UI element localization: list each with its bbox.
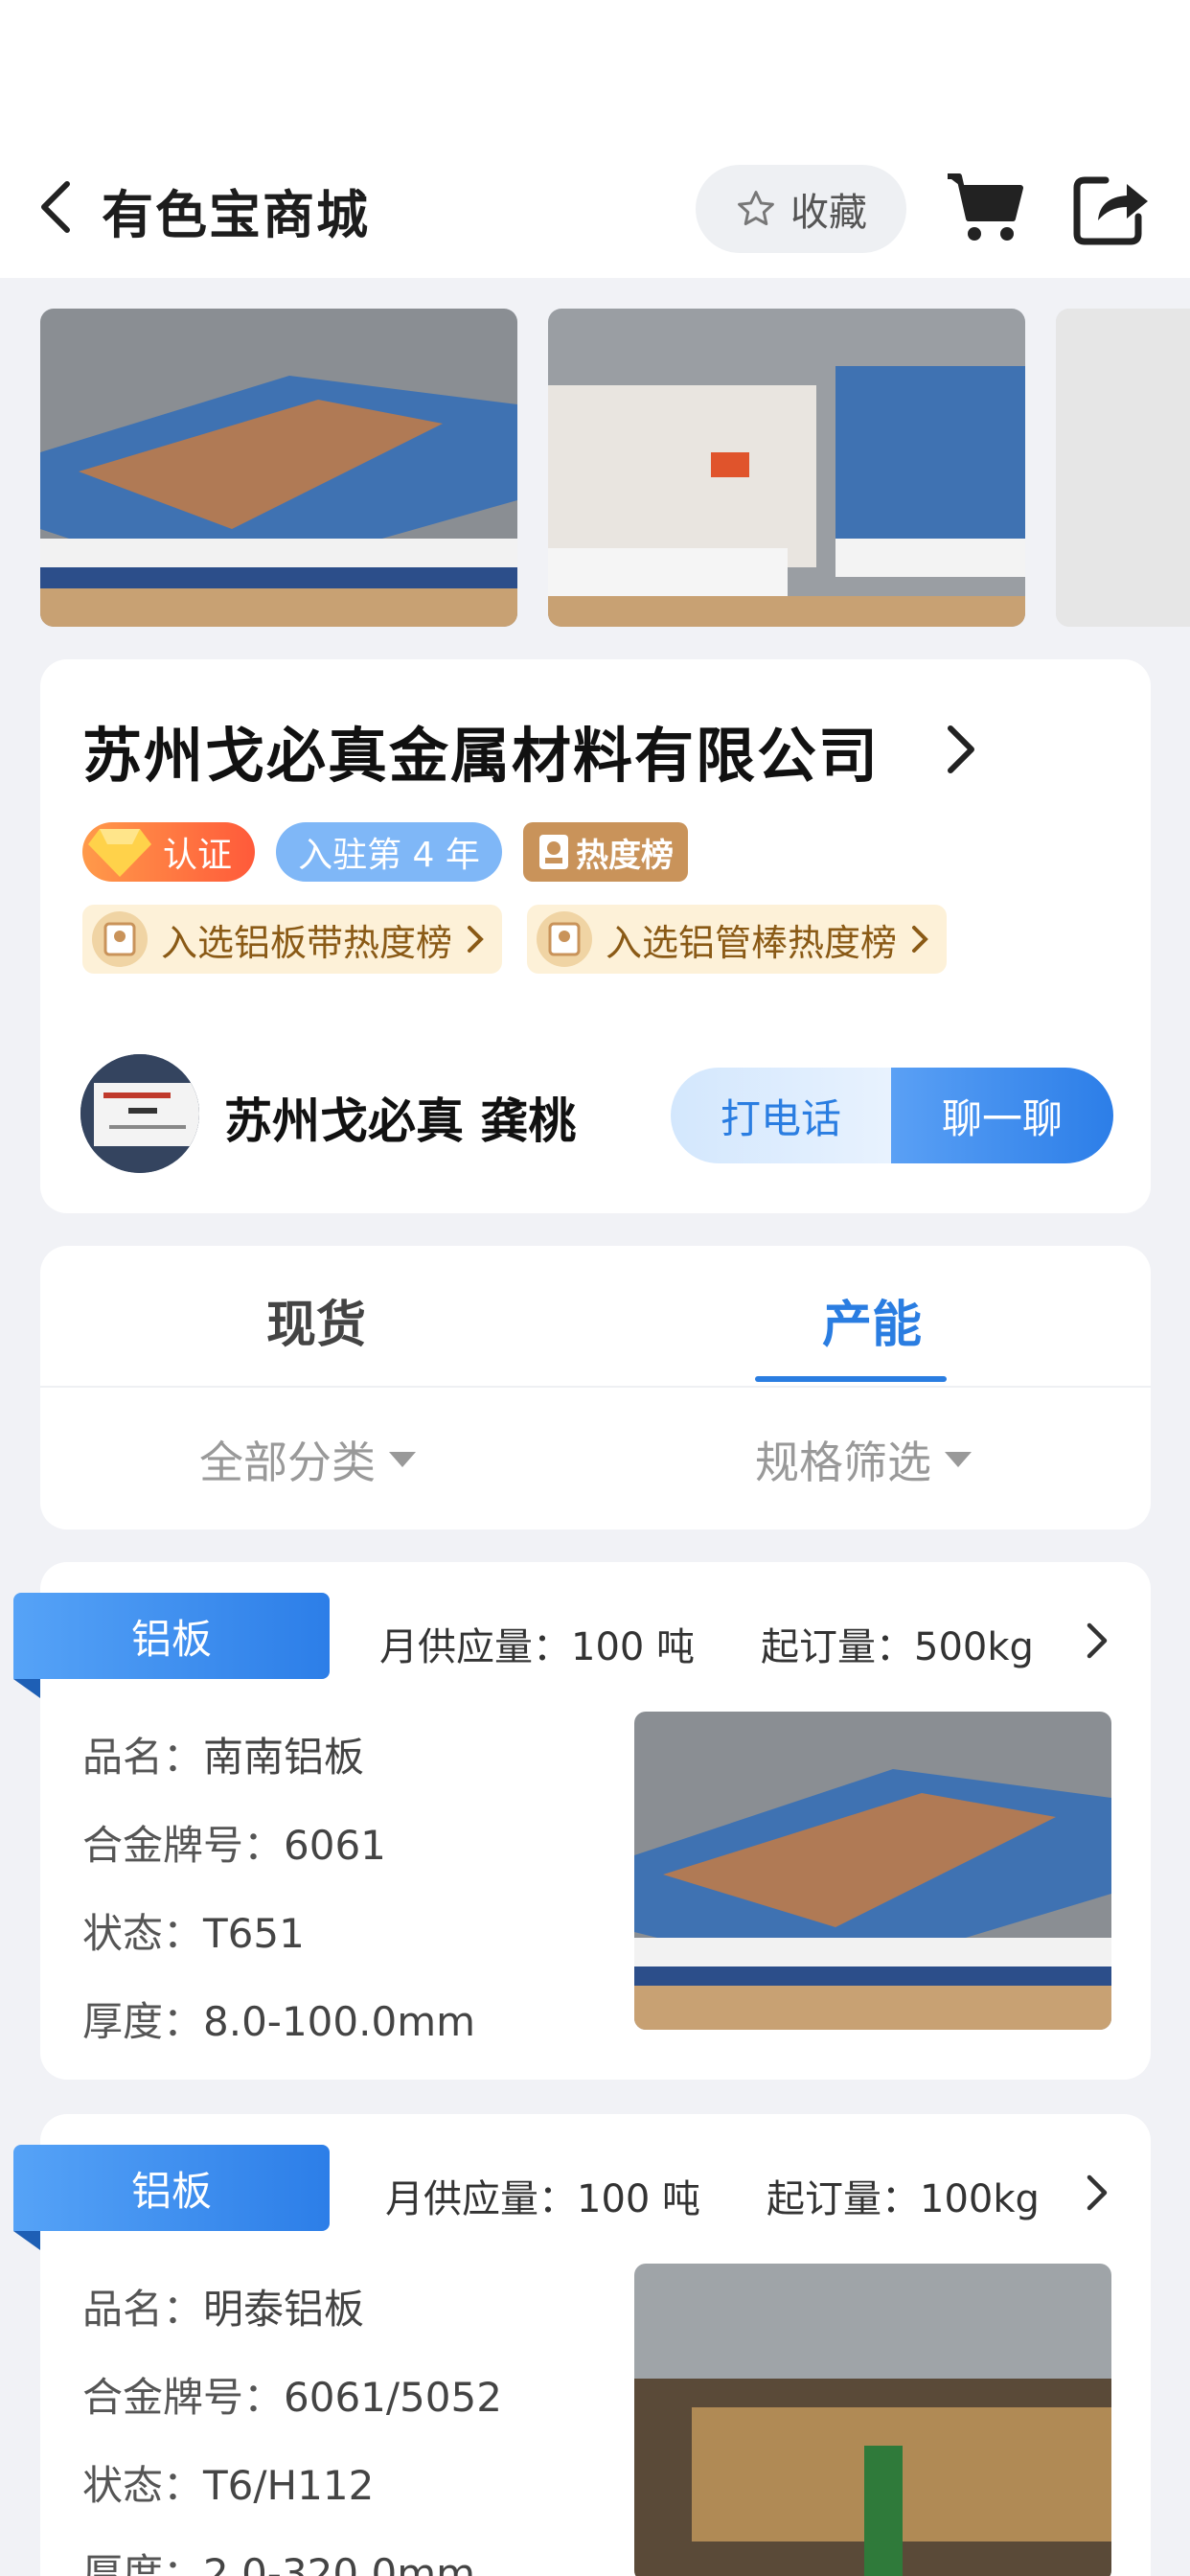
- chat-button[interactable]: 聊一聊: [891, 1068, 1113, 1163]
- product-card[interactable]: 铝板 月供应量：100 吨 起订量：100kg 品名：明泰铝板 合金牌号：606…: [13, 2114, 1151, 2576]
- rank-medal-icon: [92, 911, 148, 967]
- chevron-right-icon: [468, 926, 484, 953]
- rank-plate-item[interactable]: 入选铝板带热度榜: [82, 905, 503, 974]
- contact-actions: 打电话 聊一聊: [671, 1068, 1113, 1163]
- tab-capacity[interactable]: 产能: [822, 1284, 922, 1356]
- ribbon-fold: [13, 1679, 40, 1698]
- rank-list: 入选铝板带热度榜 入选铝管棒热度榜: [82, 905, 948, 974]
- cert-badge: 认证: [82, 822, 255, 882]
- monthly-supply: 月供应量：100 吨: [379, 1625, 696, 1669]
- spec-thickness: 厚度：2.0-320.0mm: [82, 2550, 476, 2576]
- ribbon-fold: [13, 2231, 40, 2250]
- spec-alloy: 合金牌号：6061: [82, 1822, 386, 1869]
- contact-name: 苏州戈必真 龚桃: [224, 1093, 577, 1149]
- chevron-right-icon: [912, 926, 928, 953]
- caret-down-icon: [389, 1452, 416, 1467]
- product-image[interactable]: [634, 1712, 1111, 2030]
- monthly-supply: 月供应量：100 吨: [385, 2177, 701, 2221]
- page-title: 有色宝商城: [102, 185, 370, 245]
- active-tab-indicator: [755, 1376, 947, 1382]
- product-image[interactable]: [634, 2264, 1111, 2576]
- spec-thickness: 厚度：8.0-100.0mm: [82, 1998, 476, 2045]
- chevron-right-icon[interactable]: [941, 721, 979, 778]
- spec-state: 状态：T651: [82, 1910, 305, 1957]
- gallery-image-2[interactable]: [548, 309, 1025, 627]
- spec-filter[interactable]: 规格筛选: [755, 1428, 972, 1491]
- share-icon[interactable]: [1071, 171, 1154, 247]
- rank-plate-label: 入选铝板带热度榜: [161, 921, 453, 964]
- category-filter-label: 全部分类: [199, 1437, 376, 1488]
- spec-alloy: 合金牌号：6061/5052: [82, 2374, 502, 2421]
- spec-name: 品名：明泰铝板: [82, 2286, 365, 2333]
- min-order: 起订量：100kg: [767, 2177, 1040, 2221]
- favorite-button[interactable]: 收藏: [696, 165, 906, 253]
- company-card[interactable]: 苏州戈必真金属材料有限公司 认证 入驻第 4 年 热度榜 入选铝板带热度榜 入选…: [40, 659, 1151, 1213]
- min-order: 起订量：500kg: [761, 1625, 1034, 1669]
- gallery-image-1[interactable]: [40, 309, 517, 627]
- category-label: 铝板: [13, 1593, 330, 1679]
- cert-label: 认证: [163, 836, 233, 875]
- top-nav-bar: 有色宝商城 收藏: [0, 0, 1190, 278]
- caret-down-icon: [945, 1452, 972, 1467]
- category-ribbon: 铝板: [13, 2145, 330, 2250]
- tab-spot[interactable]: 现货: [266, 1284, 366, 1356]
- cart-icon[interactable]: [944, 169, 1026, 245]
- years-badge: 入驻第 4 年: [276, 822, 502, 882]
- spec-state: 状态：T6/H112: [82, 2462, 375, 2509]
- back-arrow-icon[interactable]: [36, 178, 75, 236]
- plate-photo-icon: [634, 1712, 1111, 2030]
- company-name[interactable]: 苏州戈必真金属材料有限公司: [82, 707, 880, 794]
- plate-photo-icon: [548, 309, 1025, 627]
- spec-name: 品名：南南铝板: [82, 1734, 365, 1781]
- rank-tube-label: 入选铝管棒热度榜: [606, 921, 898, 964]
- plate-photo-icon: [40, 309, 517, 627]
- company-badges: 认证 入驻第 4 年 热度榜: [82, 822, 688, 882]
- category-label: 铝板: [13, 2145, 330, 2231]
- gallery-image-3[interactable]: [1056, 309, 1190, 627]
- business-card-avatar-icon: [80, 1054, 199, 1173]
- chevron-right-icon[interactable]: [1085, 2174, 1110, 2212]
- category-filter[interactable]: 全部分类: [199, 1428, 416, 1491]
- rank-tube-item[interactable]: 入选铝管棒热度榜: [527, 905, 948, 974]
- avatar[interactable]: [80, 1054, 199, 1173]
- product-image-gallery[interactable]: [0, 309, 1190, 627]
- favorite-label: 收藏: [790, 191, 867, 235]
- plate-photo-icon: [1056, 309, 1190, 627]
- diamond-icon: [88, 829, 151, 877]
- rank-medal-icon: [537, 911, 593, 967]
- category-ribbon: 铝板: [13, 1593, 330, 1698]
- tabs-card: 现货 产能 全部分类 规格筛选: [40, 1246, 1151, 1530]
- trophy-icon: [539, 835, 568, 869]
- hot-rank-badge[interactable]: 热度榜: [523, 822, 688, 882]
- spec-filter-label: 规格筛选: [755, 1437, 931, 1488]
- divider: [40, 1386, 1151, 1388]
- star-icon: [738, 191, 774, 226]
- chevron-right-icon[interactable]: [1085, 1622, 1110, 1660]
- coil-photo-icon: [634, 2264, 1111, 2576]
- hot-rank-label: 热度榜: [576, 836, 674, 875]
- product-card[interactable]: 铝板 月供应量：100 吨 起订量：500kg 品名：南南铝板 合金牌号：606…: [13, 1562, 1151, 2080]
- call-button[interactable]: 打电话: [671, 1068, 891, 1163]
